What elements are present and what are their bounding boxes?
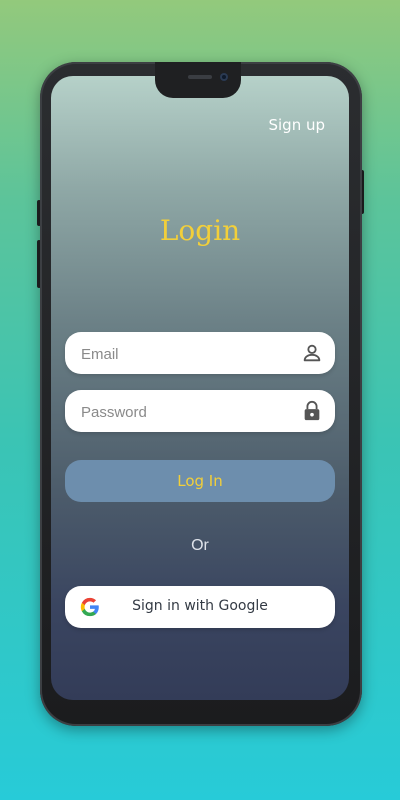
page-title: Login	[159, 214, 241, 247]
email-field[interactable]	[65, 332, 335, 376]
lock-icon	[304, 400, 320, 421]
google-signin-button[interactable]: Sign in with Google	[65, 586, 335, 628]
login-button[interactable]: Log In	[65, 460, 335, 502]
google-signin-label: Sign in with Google	[132, 598, 268, 614]
app-screen: Sign up Login Log In Or Sign in with Goo…	[51, 76, 349, 700]
signup-link[interactable]: Sign up	[268, 116, 325, 134]
password-field[interactable]	[65, 390, 335, 434]
front-camera-icon	[220, 73, 228, 81]
user-icon	[303, 344, 321, 362]
password-input[interactable]	[79, 390, 293, 434]
camera-notch	[155, 62, 241, 98]
email-input[interactable]	[79, 332, 293, 376]
speaker-icon	[188, 75, 212, 79]
or-divider-label: Or	[191, 537, 209, 554]
